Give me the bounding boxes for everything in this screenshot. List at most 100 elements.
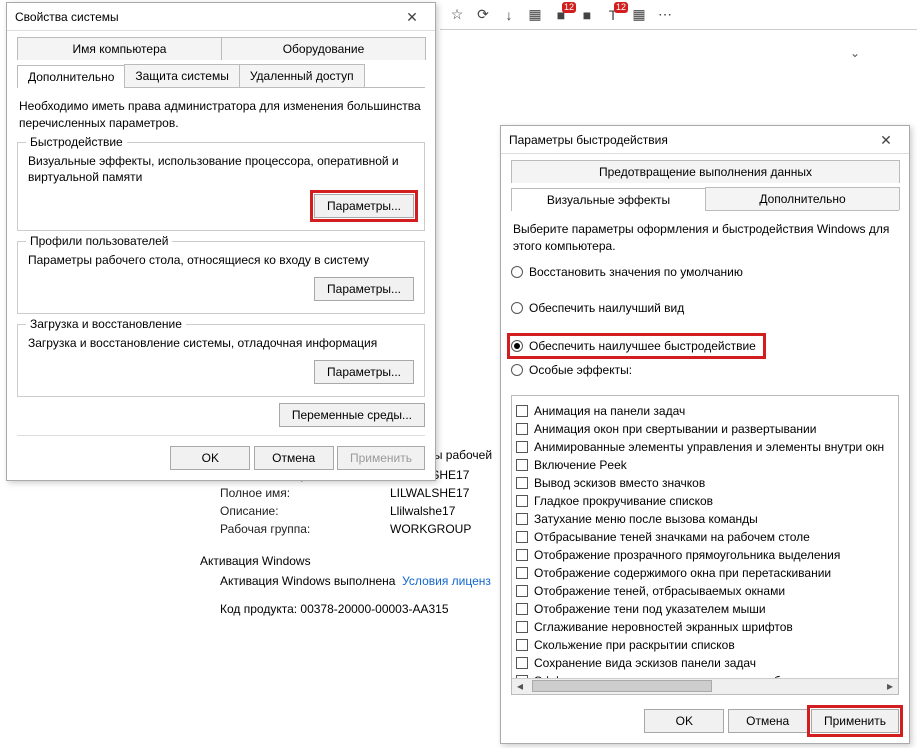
scroll-left-icon[interactable]: ◂ (512, 679, 528, 693)
profiles-settings-button[interactable]: Параметры... (314, 277, 414, 301)
checkbox-icon (516, 549, 528, 561)
effect-checkbox[interactable]: Отбрасывание теней значками на рабочем с… (516, 530, 896, 544)
dialog-title: Свойства системы (15, 3, 119, 31)
checkbox-icon (516, 657, 528, 669)
radio-label: Обеспечить наилучший вид (529, 301, 684, 315)
effect-checkbox[interactable]: Анимированные элементы управления и элем… (516, 440, 896, 454)
tab-advanced[interactable]: Дополнительно (705, 187, 900, 210)
effect-label: Затухание меню после вызова команды (534, 512, 758, 526)
effect-checkbox[interactable]: Включение Peek (516, 458, 896, 472)
checkbox-icon (516, 477, 528, 489)
effect-label: Гладкое прокручивание списков (534, 494, 713, 508)
radio-label: Обеспечить наилучшее быстродействие (529, 339, 756, 353)
effect-label: Отображение прозрачного прямоугольника в… (534, 548, 840, 562)
checkbox-icon (516, 441, 528, 453)
checkbox-icon (516, 513, 528, 525)
cancel-button[interactable]: Отмена (254, 446, 334, 470)
tab-remote[interactable]: Удаленный доступ (239, 64, 365, 87)
effect-checkbox[interactable]: Сглаживание неровностей экранных шрифтов (516, 620, 896, 634)
toolbar-icon[interactable]: ⋯ (656, 6, 674, 24)
radio-icon (511, 302, 523, 314)
effect-checkbox[interactable]: Отображение прозрачного прямоугольника в… (516, 548, 896, 562)
performance-settings-button[interactable]: Параметры... (314, 194, 414, 218)
effect-checkbox[interactable]: Отображение теней, отбрасываемых окнами (516, 584, 896, 598)
tab-dep[interactable]: Предотвращение выполнения данных (511, 160, 900, 183)
effect-label: Скольжение при раскрытии списков (534, 638, 735, 652)
checkbox-icon (516, 639, 528, 651)
kv-key: Рабочая группа: (220, 522, 390, 536)
scroll-thumb[interactable] (532, 680, 712, 692)
radio-option[interactable]: Обеспечить наилучшее быстродействие (511, 337, 762, 355)
effects-list: Анимация на панели задач Анимация окон пр… (511, 395, 899, 695)
radio-icon (511, 340, 523, 352)
effect-checkbox[interactable]: Гладкое прокручивание списков (516, 494, 896, 508)
checkbox-icon (516, 405, 528, 417)
startup-title: Загрузка и восстановление (26, 317, 186, 331)
license-link[interactable]: Условия лиценз (402, 574, 491, 588)
scroll-right-icon[interactable]: ▸ (882, 679, 898, 693)
effect-label: Сохранение вида эскизов панели задач (534, 656, 756, 670)
toolbar-icon[interactable]: ■12 (552, 6, 570, 24)
horizontal-scrollbar[interactable]: ◂ ▸ (512, 678, 898, 694)
effect-checkbox[interactable]: Отображение содержимого окна при перетас… (516, 566, 896, 580)
effect-checkbox[interactable]: Затухание меню после вызова команды (516, 512, 896, 526)
checkbox-icon (516, 567, 528, 579)
chevron-down-icon[interactable]: ⌄ (850, 46, 900, 60)
radio-icon (511, 266, 523, 278)
kv-value: WORKGROUP (390, 522, 471, 536)
ok-button[interactable]: OK (644, 709, 724, 733)
close-icon[interactable]: ✕ (871, 126, 901, 154)
tab-protection[interactable]: Защита системы (124, 64, 239, 87)
ok-button[interactable]: OK (170, 446, 250, 470)
system-properties-dialog: Свойства системы ✕ Имя компьютера Оборуд… (6, 2, 436, 481)
toolbar-icon[interactable]: T12 (604, 6, 622, 24)
effect-checkbox[interactable]: Анимация на панели задач (516, 404, 896, 418)
radio-option[interactable]: Обеспечить наилучший вид (511, 301, 899, 315)
badge: 12 (614, 2, 628, 13)
effect-checkbox[interactable]: Вывод эскизов вместо значков (516, 476, 896, 490)
radio-label: Восстановить значения по умолчанию (529, 265, 743, 279)
tab-row-1: Имя компьютера Оборудование (17, 37, 425, 60)
checkbox-icon (516, 621, 528, 633)
browser-toolbar: ☆ ⟳ ↓ ▦ ■12 ■ T12 ▦ ⋯ (440, 0, 917, 30)
effect-label: Отбрасывание теней значками на рабочем с… (534, 530, 810, 544)
effect-label: Анимация на панели задач (534, 404, 685, 418)
checkbox-icon (516, 531, 528, 543)
apply-button[interactable]: Применить (811, 709, 899, 733)
effect-label: Отображение содержимого окна при перетас… (534, 566, 831, 580)
toolbar-icon[interactable]: ↓ (500, 6, 518, 24)
tab-advanced[interactable]: Дополнительно (17, 65, 125, 88)
effect-checkbox[interactable]: Скольжение при раскрытии списков (516, 638, 896, 652)
performance-text: Визуальные эффекты, использование процес… (28, 153, 414, 187)
effect-checkbox[interactable]: Сохранение вида эскизов панели задач (516, 656, 896, 670)
effect-checkbox[interactable]: Анимация окон при свертывании и разверты… (516, 422, 896, 436)
effect-label: Анимация окон при свертывании и разверты… (534, 422, 816, 436)
radio-option[interactable]: Особые эффекты: (511, 363, 899, 377)
toolbar-icon[interactable]: ⟳ (474, 6, 492, 24)
toolbar-icon[interactable]: ▦ (630, 6, 648, 24)
kv-value: LILWALSHE17 (390, 486, 469, 500)
tab-hardware[interactable]: Оборудование (221, 37, 426, 60)
radio-label: Особые эффекты: (529, 363, 632, 377)
badge: 12 (562, 2, 576, 13)
toolbar-icon[interactable]: ☆ (448, 6, 466, 24)
effect-label: Сглаживание неровностей экранных шрифтов (534, 620, 793, 634)
env-vars-button[interactable]: Переменные среды... (279, 403, 425, 427)
radio-option[interactable]: Восстановить значения по умолчанию (511, 265, 899, 279)
effect-label: Вывод эскизов вместо значков (534, 476, 705, 490)
effect-label: Отображение тени под указателем мыши (534, 602, 766, 616)
apply-button[interactable]: Применить (337, 446, 425, 470)
tab-visual-effects[interactable]: Визуальные эффекты (511, 188, 706, 211)
tab-computer-name[interactable]: Имя компьютера (17, 37, 222, 60)
cancel-button[interactable]: Отмена (728, 709, 808, 733)
effect-label: Включение Peek (534, 458, 627, 472)
close-icon[interactable]: ✕ (397, 3, 427, 31)
profiles-text: Параметры рабочего стола, относящиеся ко… (28, 252, 414, 269)
effect-label: Анимированные элементы управления и элем… (534, 440, 884, 454)
startup-settings-button[interactable]: Параметры... (314, 360, 414, 384)
startup-text: Загрузка и восстановление системы, отлад… (28, 335, 414, 352)
effect-checkbox[interactable]: Отображение тени под указателем мыши (516, 602, 896, 616)
toolbar-icon[interactable]: ■ (578, 6, 596, 24)
toolbar-icon[interactable]: ▦ (526, 6, 544, 24)
effect-label: Отображение теней, отбрасываемых окнами (534, 584, 785, 598)
